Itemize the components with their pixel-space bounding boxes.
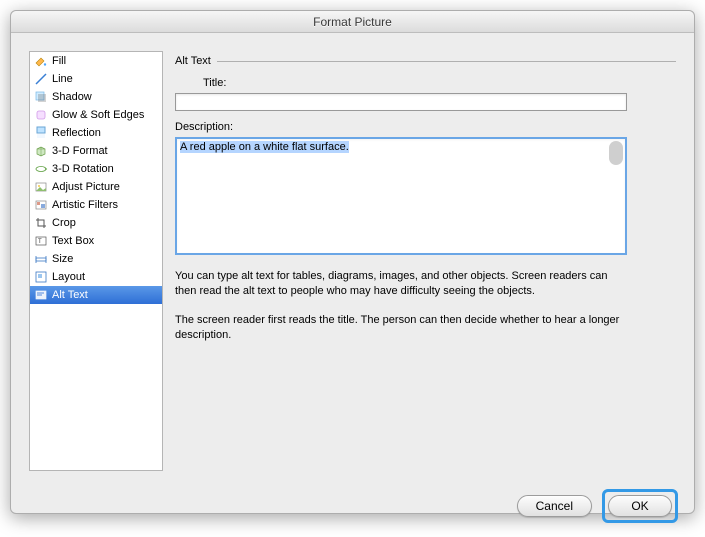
sidebar-item-3d-format[interactable]: 3-D Format (30, 142, 162, 160)
alt-text-icon (34, 288, 48, 302)
help-paragraph-1: You can type alt text for tables, diagra… (175, 269, 627, 299)
sidebar-item-label: Size (52, 250, 73, 268)
sidebar-item-artistic-filters[interactable]: Artistic Filters (30, 196, 162, 214)
ok-button-highlight: OK (602, 489, 678, 523)
dialog-title: Format Picture (11, 11, 694, 33)
title-label: Title: (203, 77, 676, 89)
text-box-icon: T (34, 234, 48, 248)
sidebar-item-label: 3-D Rotation (52, 160, 114, 178)
sidebar-item-shadow[interactable]: Shadow (30, 88, 162, 106)
sidebar-item-label: Crop (52, 214, 76, 232)
help-text: You can type alt text for tables, diagra… (175, 269, 627, 342)
sidebar-item-adjust-picture[interactable]: Adjust Picture (30, 178, 162, 196)
help-paragraph-2: The screen reader first reads the title.… (175, 313, 627, 343)
sidebar-item-label: Reflection (52, 124, 101, 142)
reflection-icon (34, 126, 48, 140)
sidebar: Fill Line Shadow Glow & Soft Edges Refle… (29, 51, 163, 471)
sidebar-item-label: Glow & Soft Edges (52, 106, 144, 124)
glow-icon (34, 108, 48, 122)
dialog-footer: Cancel OK (11, 479, 694, 537)
alt-text-panel: Alt Text Title: Description: A red apple… (175, 51, 676, 471)
alt-text-fieldset: Alt Text Title: Description: A red apple… (175, 51, 676, 356)
legend-divider (217, 61, 676, 62)
adjust-picture-icon (34, 180, 48, 194)
sidebar-item-crop[interactable]: Crop (30, 214, 162, 232)
sidebar-item-line[interactable]: Line (30, 70, 162, 88)
ok-button[interactable]: OK (608, 495, 672, 517)
sidebar-item-label: Line (52, 70, 73, 88)
artistic-filters-icon (34, 198, 48, 212)
sidebar-item-size[interactable]: Size (30, 250, 162, 268)
sidebar-item-label: Artistic Filters (52, 196, 118, 214)
sidebar-item-layout[interactable]: Layout (30, 268, 162, 286)
description-textarea[interactable]: A red apple on a white flat surface. (175, 137, 627, 255)
sidebar-item-3d-rotation[interactable]: 3-D Rotation (30, 160, 162, 178)
sidebar-item-label: Shadow (52, 88, 92, 106)
sidebar-item-label: Alt Text (52, 286, 88, 304)
sidebar-item-label: 3-D Format (52, 142, 108, 160)
dialog-body: Fill Line Shadow Glow & Soft Edges Refle… (11, 33, 694, 479)
sidebar-item-fill[interactable]: Fill (30, 52, 162, 70)
sidebar-item-alt-text[interactable]: Alt Text (30, 286, 162, 304)
sidebar-item-label: Layout (52, 268, 85, 286)
sidebar-item-reflection[interactable]: Reflection (30, 124, 162, 142)
fieldset-legend: Alt Text (175, 55, 211, 67)
rotate-3d-icon (34, 162, 48, 176)
sidebar-item-glow[interactable]: Glow & Soft Edges (30, 106, 162, 124)
sidebar-item-label: Fill (52, 52, 66, 70)
layout-icon (34, 270, 48, 284)
line-icon (34, 72, 48, 86)
crop-icon (34, 216, 48, 230)
paint-bucket-icon (34, 54, 48, 68)
shadow-icon (34, 90, 48, 104)
cancel-button[interactable]: Cancel (517, 495, 592, 517)
description-selected-text: A red apple on a white flat surface. (180, 141, 349, 153)
scrollbar-thumb[interactable] (609, 141, 623, 165)
svg-text:T: T (38, 239, 42, 245)
cube-icon (34, 144, 48, 158)
format-picture-dialog: Format Picture Fill Line Shadow Glow & S… (10, 10, 695, 514)
title-input[interactable] (175, 93, 627, 111)
sidebar-item-label: Text Box (52, 232, 94, 250)
description-label: Description: (175, 121, 676, 133)
sidebar-item-text-box[interactable]: T Text Box (30, 232, 162, 250)
sidebar-item-label: Adjust Picture (52, 178, 120, 196)
size-icon (34, 252, 48, 266)
